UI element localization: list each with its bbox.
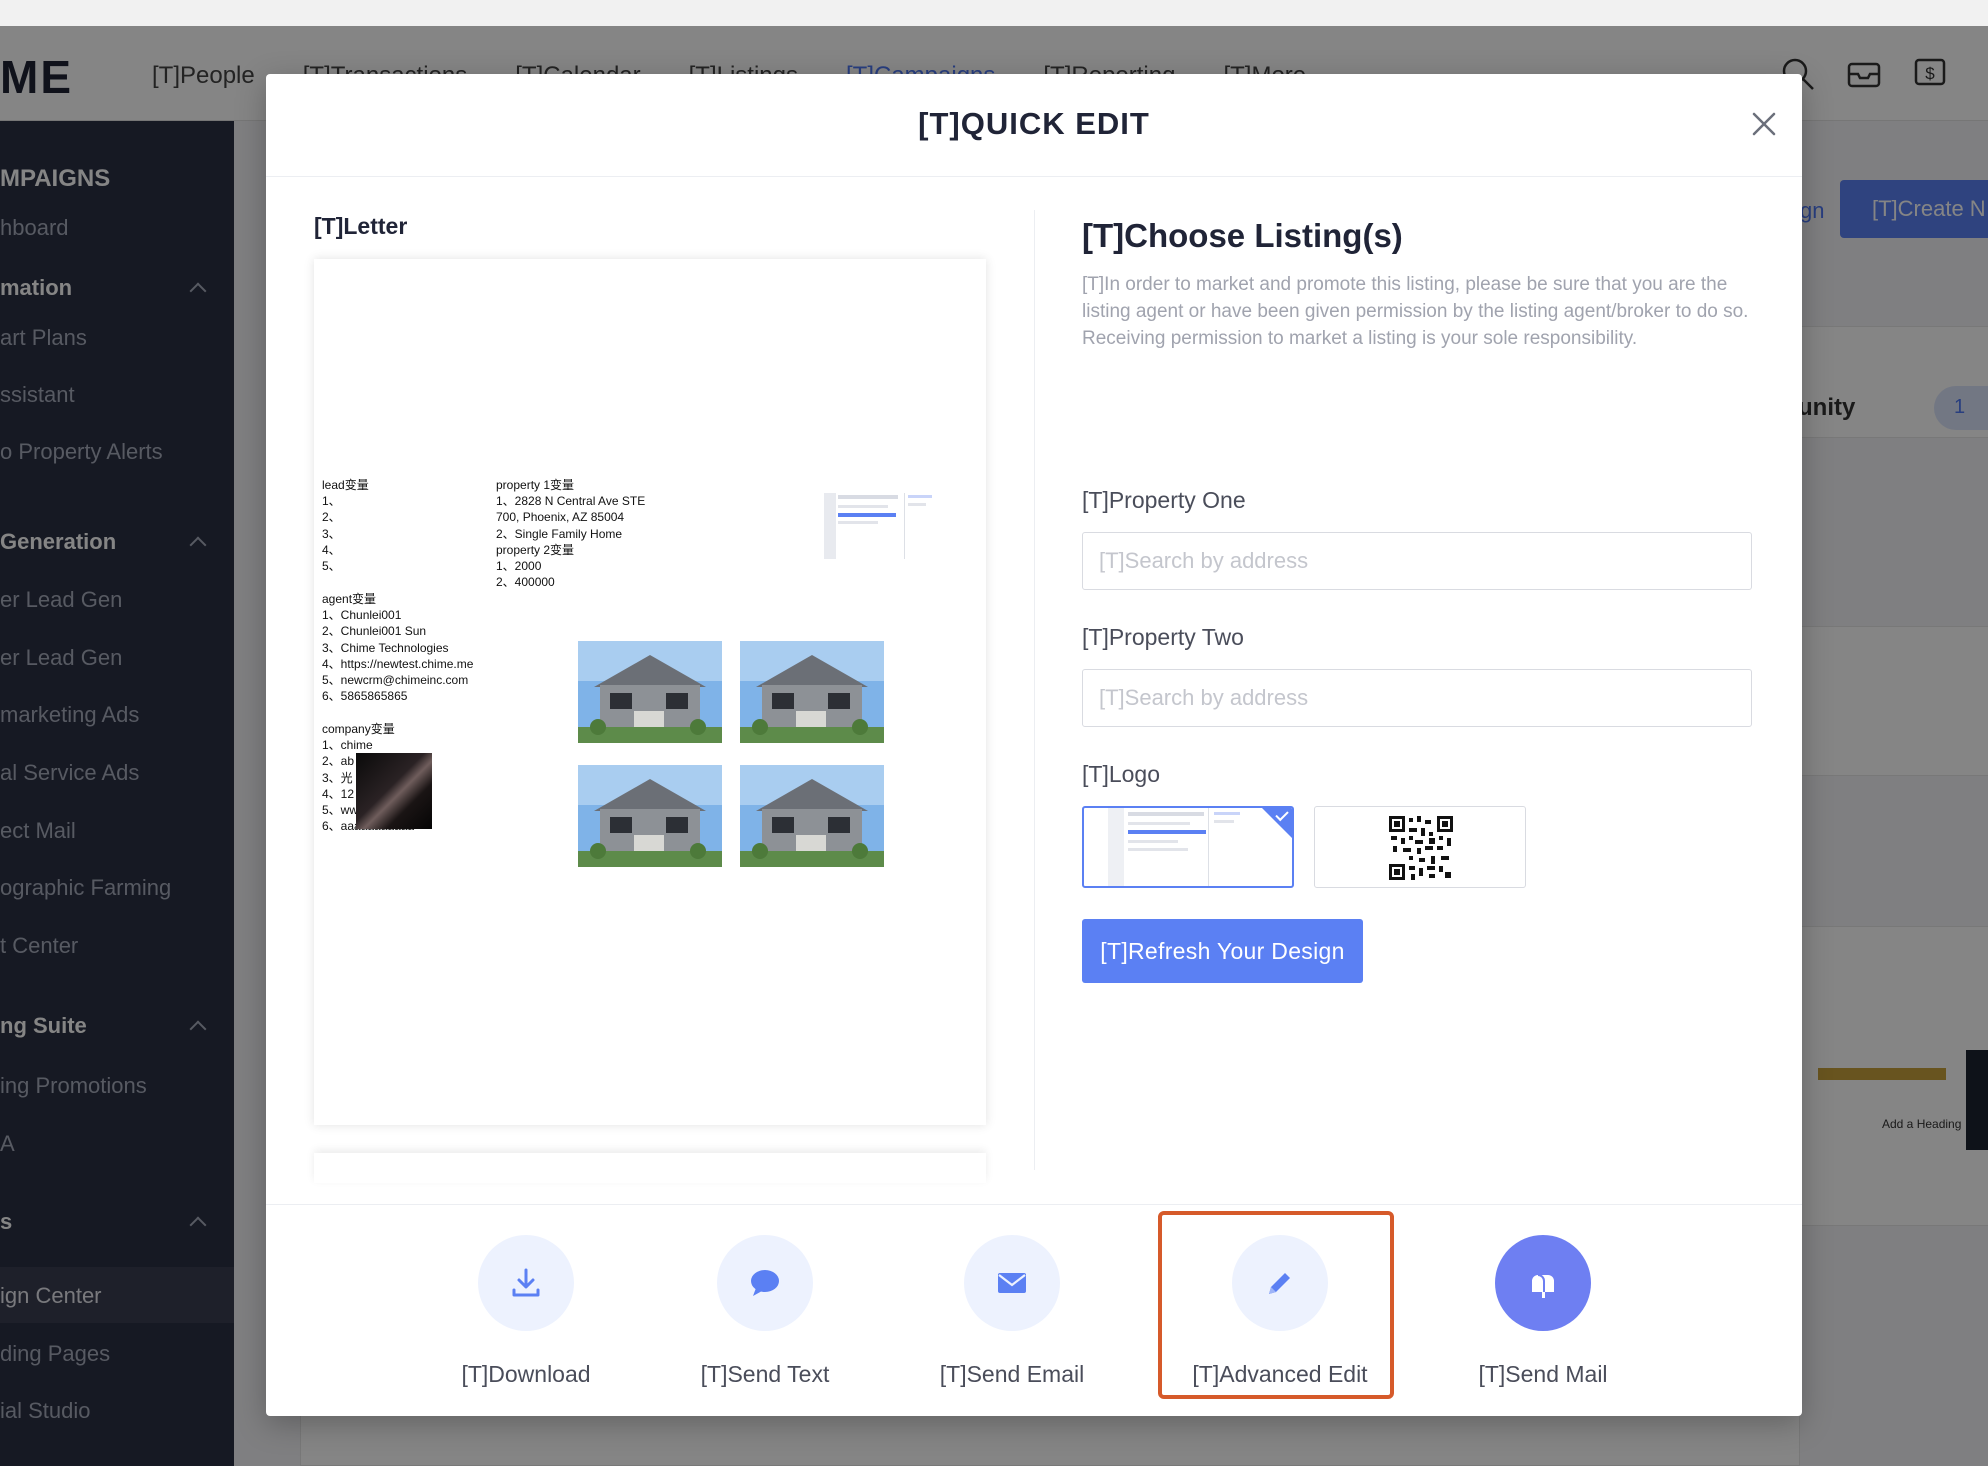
send-email-button[interactable]: [964, 1235, 1060, 1331]
refresh-design-button[interactable]: [T]Refresh Your Design: [1082, 919, 1363, 983]
letter-preview[interactable]: lead变量 1、 2、 3、 4、 5、 property 1变量 1、282…: [314, 259, 986, 1125]
download-button[interactable]: [478, 1235, 574, 1331]
logo-option-2[interactable]: [1314, 806, 1526, 888]
modal-header: [T]QUICK EDIT: [266, 74, 1802, 177]
house-photo-4: [740, 765, 884, 867]
send-text-button[interactable]: [717, 1235, 813, 1331]
qr-code-icon: [1389, 816, 1453, 880]
letter-company-photo: [356, 753, 432, 829]
letter-property-block: property 1变量 1、2828 N Central Ave STE 70…: [496, 478, 646, 590]
property-two-search-input[interactable]: [1082, 669, 1752, 727]
advanced-edit-button[interactable]: [1232, 1235, 1328, 1331]
send-mail-action[interactable]: [T]Send Mail: [1443, 1235, 1643, 1388]
advanced-edit-label: [T]Advanced Edit: [1192, 1361, 1368, 1387]
choose-listings-title: [T]Choose Listing(s): [1082, 217, 1403, 254]
browser-strip: [0, 0, 1988, 26]
advanced-edit-action[interactable]: [T]Advanced Edit: [1180, 1235, 1380, 1388]
send-mail-button[interactable]: [1495, 1235, 1591, 1331]
logo-option-1[interactable]: [1082, 806, 1294, 888]
property-two-label: [T]Property Two: [1082, 624, 1244, 650]
letter-lead-block: lead变量 1、 2、 3、 4、 5、: [322, 478, 369, 574]
quick-edit-modal: [T]QUICK EDIT [T]Letter lead变量 1、 2、 3、 …: [266, 74, 1802, 1416]
choose-listings-description: [T]In order to market and promote this l…: [1082, 274, 1749, 349]
send-email-label: [T]Send Email: [939, 1361, 1085, 1387]
logo-thumbnail: [1108, 808, 1240, 886]
envelope-icon: [998, 1273, 1026, 1293]
property-one-label: [T]Property One: [1082, 487, 1246, 513]
download-icon: [512, 1268, 540, 1297]
column-divider: [1034, 210, 1035, 1170]
mailbox-icon: [1532, 1274, 1554, 1298]
download-label: [T]Download: [461, 1361, 591, 1387]
download-action[interactable]: [T]Download: [426, 1235, 626, 1388]
logo-label: [T]Logo: [1082, 761, 1160, 787]
letter-agent-block: agent变量 1、Chunlei001 2、Chunlei001 Sun 3、…: [322, 592, 474, 704]
send-text-label: [T]Send Text: [700, 1361, 830, 1387]
house-photo-1: [578, 641, 722, 743]
letter-preview-page-2: [314, 1153, 986, 1183]
chat-bubble-icon: [751, 1270, 779, 1296]
send-text-action[interactable]: [T]Send Text: [665, 1235, 865, 1388]
send-mail-label: [T]Send Mail: [1478, 1361, 1608, 1387]
house-photo-3: [578, 765, 722, 867]
letter-label: [T]Letter: [314, 213, 408, 239]
send-email-action[interactable]: [T]Send Email: [912, 1235, 1112, 1388]
house-photo-2: [740, 641, 884, 743]
pencil-icon: [1269, 1273, 1290, 1294]
letter-logo-thumbnail: [824, 493, 964, 559]
close-icon[interactable]: [1744, 104, 1784, 144]
letter-preview-column: [T]Letter lead变量 1、 2、 3、 4、 5、 property…: [314, 177, 994, 1183]
action-footer: [T]Download [T]Send Text [T]Send Email […: [266, 1204, 1802, 1416]
modal-title: [T]QUICK EDIT: [918, 106, 1150, 141]
property-one-search-input[interactable]: [1082, 532, 1752, 590]
